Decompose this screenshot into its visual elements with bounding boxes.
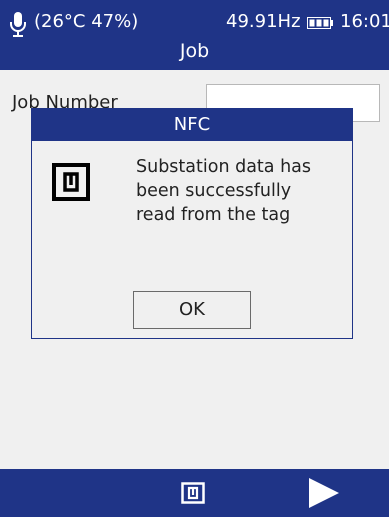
bottom-bar — [0, 469, 389, 517]
environment-readout: (26°C 47%) — [34, 11, 139, 32]
dialog-message: Substation data has been successfully re… — [136, 155, 336, 227]
battery-icon — [307, 17, 333, 29]
dialog-title: NFC — [32, 109, 352, 141]
nfc-icon[interactable] — [181, 482, 205, 504]
message-line: been successfully — [136, 181, 292, 201]
status-bar: (26°C 47%) 49.91Hz 16:01 — [0, 8, 389, 38]
microphone-icon — [10, 12, 26, 37]
nfc-tag-icon — [52, 163, 90, 201]
message-line: read from the tag — [136, 205, 291, 225]
play-icon[interactable] — [309, 478, 339, 508]
ok-button[interactable]: OK — [133, 291, 251, 329]
frequency-readout: 49.91Hz — [226, 11, 301, 32]
clock: 16:01 — [340, 11, 389, 32]
top-bar: (26°C 47%) 49.91Hz 16:01 Job — [0, 0, 389, 70]
page-title: Job — [179, 40, 210, 62]
message-line: Substation data has — [136, 157, 312, 177]
nfc-dialog: NFC Substation data has been successfull… — [31, 108, 353, 339]
